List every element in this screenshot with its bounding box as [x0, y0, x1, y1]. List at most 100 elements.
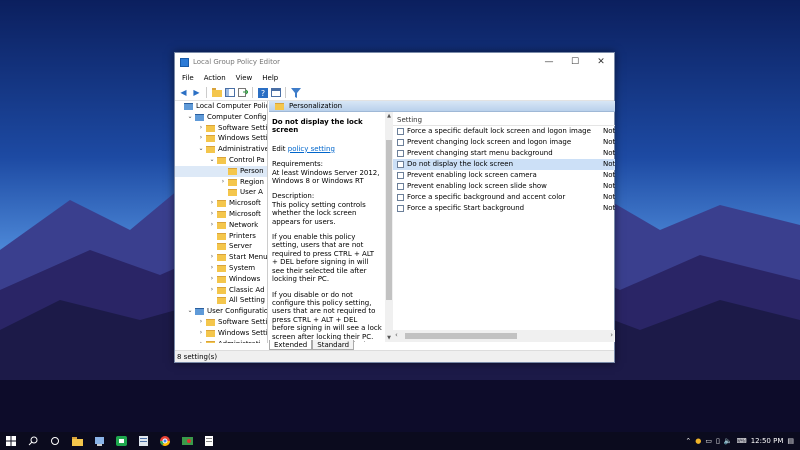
- chevron-down-icon[interactable]: ⌄: [198, 144, 204, 155]
- search-icon[interactable]: [22, 432, 44, 450]
- menu-view[interactable]: View: [231, 74, 258, 82]
- tree-node[interactable]: ⌄ User Configuration: [175, 306, 267, 317]
- app-icon[interactable]: [132, 432, 154, 450]
- app-tray-icon[interactable]: ●: [695, 437, 701, 445]
- list-item[interactable]: Prevent changing lock screen and logon i…: [393, 137, 615, 148]
- menu-file[interactable]: File: [177, 74, 199, 82]
- tree-node[interactable]: › Region: [175, 177, 267, 188]
- menu-action[interactable]: Action: [199, 74, 231, 82]
- battery-icon[interactable]: ▭: [705, 437, 712, 445]
- scroll-right-icon[interactable]: ›: [610, 331, 613, 339]
- chevron-up-icon[interactable]: ⌃: [685, 437, 691, 445]
- close-button[interactable]: ✕: [588, 53, 614, 71]
- volume-icon[interactable]: 🔈: [724, 437, 733, 445]
- scrollbar-thumb[interactable]: [405, 333, 517, 339]
- app-icon[interactable]: [110, 432, 132, 450]
- chevron-right-icon[interactable]: ›: [198, 328, 204, 339]
- tree-node[interactable]: › Classic Ad: [175, 285, 267, 296]
- task-view-icon[interactable]: [44, 432, 66, 450]
- app-icon[interactable]: [198, 432, 220, 450]
- tree-node[interactable]: › Microsoft: [175, 198, 267, 209]
- chevron-right-icon[interactable]: ›: [209, 263, 215, 274]
- chevron-right-icon[interactable]: ›: [198, 339, 204, 343]
- chevron-right-icon[interactable]: ›: [209, 285, 215, 296]
- tree-node[interactable]: Printers: [175, 231, 267, 242]
- list-item[interactable]: Force a specific default lock screen and…: [393, 126, 615, 137]
- description-scrollbar[interactable]: ▲ ▼: [385, 112, 393, 342]
- list-item[interactable]: Prevent enabling lock screen slide show N…: [393, 181, 615, 192]
- list-item[interactable]: Do not display the lock screen Not: [393, 159, 615, 170]
- tree-node[interactable]: › Software Setti: [175, 317, 267, 328]
- clock[interactable]: 12:50 PM: [751, 437, 784, 445]
- tree-node-label: Software Setti: [218, 123, 267, 132]
- help-icon[interactable]: ?: [257, 87, 268, 98]
- filter-icon[interactable]: [290, 87, 301, 98]
- maximize-button[interactable]: ☐: [562, 53, 588, 71]
- chevron-down-icon[interactable]: ⌄: [187, 112, 193, 123]
- scroll-left-icon[interactable]: ‹: [395, 331, 398, 339]
- tree-node[interactable]: › Windows: [175, 274, 267, 285]
- chevron-right-icon[interactable]: ›: [209, 220, 215, 231]
- start-button[interactable]: [0, 432, 22, 450]
- list-item[interactable]: Prevent changing start menu background No…: [393, 148, 615, 159]
- title-bar[interactable]: Local Group Policy Editor — ☐ ✕: [175, 53, 614, 71]
- console-tree[interactable]: Local Computer Polic ⌄ Computer Configu › So…: [175, 101, 268, 343]
- chevron-right-icon[interactable]: ›: [209, 198, 215, 209]
- tree-node[interactable]: User A: [175, 187, 267, 198]
- tree-node[interactable]: › Windows Setti: [175, 328, 267, 339]
- app-icon[interactable]: [176, 432, 198, 450]
- chevron-down-icon[interactable]: ⌄: [187, 306, 193, 317]
- scrollbar-thumb[interactable]: [386, 140, 392, 300]
- tree-node[interactable]: ⌄ Administrative: [175, 144, 267, 155]
- menu-help[interactable]: Help: [257, 74, 283, 82]
- chevron-right-icon[interactable]: ›: [209, 252, 215, 263]
- chevron-right-icon[interactable]: ›: [198, 133, 204, 144]
- edit-policy-link[interactable]: policy setting: [288, 145, 335, 153]
- show-hide-tree-icon[interactable]: [224, 87, 235, 98]
- column-header-setting[interactable]: Setting: [393, 112, 615, 126]
- chrome-icon[interactable]: [154, 432, 176, 450]
- list-item[interactable]: Force a specific background and accent c…: [393, 192, 615, 203]
- tab-standard[interactable]: Standard: [312, 340, 355, 350]
- app-icon[interactable]: [88, 432, 110, 450]
- tree-node[interactable]: ⌄ Computer Configu: [175, 112, 267, 123]
- list-item[interactable]: Prevent enabling lock screen camera Not: [393, 170, 615, 181]
- file-explorer-icon[interactable]: [66, 432, 88, 450]
- back-icon[interactable]: ◀: [178, 87, 189, 98]
- minimize-button[interactable]: —: [536, 53, 562, 71]
- chevron-right-icon[interactable]: ›: [220, 177, 226, 188]
- properties-icon[interactable]: [270, 87, 281, 98]
- tree-node[interactable]: › Administrati: [175, 339, 267, 343]
- tree-node[interactable]: Local Computer Polic: [175, 101, 267, 112]
- tab-extended[interactable]: Extended: [269, 340, 313, 350]
- tree-node[interactable]: › Software Setti: [175, 123, 267, 134]
- export-list-icon[interactable]: [237, 87, 248, 98]
- tree-node[interactable]: All Setting: [175, 295, 267, 306]
- input-icon[interactable]: ⌨: [737, 437, 747, 445]
- network-icon[interactable]: ▯: [716, 437, 720, 445]
- chevron-right-icon[interactable]: ›: [209, 274, 215, 285]
- toolbar-separator: [285, 87, 286, 98]
- scroll-up-icon[interactable]: ▲: [385, 113, 393, 119]
- up-folder-icon[interactable]: [211, 87, 222, 98]
- chevron-down-icon[interactable]: ⌄: [209, 155, 215, 166]
- notification-icon[interactable]: ▤: [787, 437, 794, 445]
- folder-icon: [217, 254, 226, 262]
- tree-node[interactable]: ⌄ Control Pa: [175, 155, 267, 166]
- chevron-right-icon[interactable]: ›: [198, 123, 204, 134]
- tree-node[interactable]: Server: [175, 241, 267, 252]
- scroll-down-icon[interactable]: ▼: [385, 335, 393, 341]
- tree-node[interactable]: Person: [175, 165, 267, 177]
- tree-node-label: Administrative: [218, 145, 267, 154]
- tree-node[interactable]: › Network: [175, 220, 267, 231]
- list-item[interactable]: Force a specific Start background Not: [393, 203, 615, 214]
- forward-icon[interactable]: ▶: [191, 87, 202, 98]
- chevron-right-icon[interactable]: ›: [198, 317, 204, 328]
- tree-node[interactable]: › Start Menu: [175, 252, 267, 263]
- chevron-right-icon[interactable]: ›: [209, 209, 215, 220]
- tree-node[interactable]: › System: [175, 263, 267, 274]
- tree-node[interactable]: › Windows Setti: [175, 133, 267, 144]
- description-label: Description:: [272, 192, 315, 201]
- tree-node[interactable]: › Microsoft: [175, 209, 267, 220]
- list-horizontal-scrollbar[interactable]: ‹ ›: [393, 330, 615, 342]
